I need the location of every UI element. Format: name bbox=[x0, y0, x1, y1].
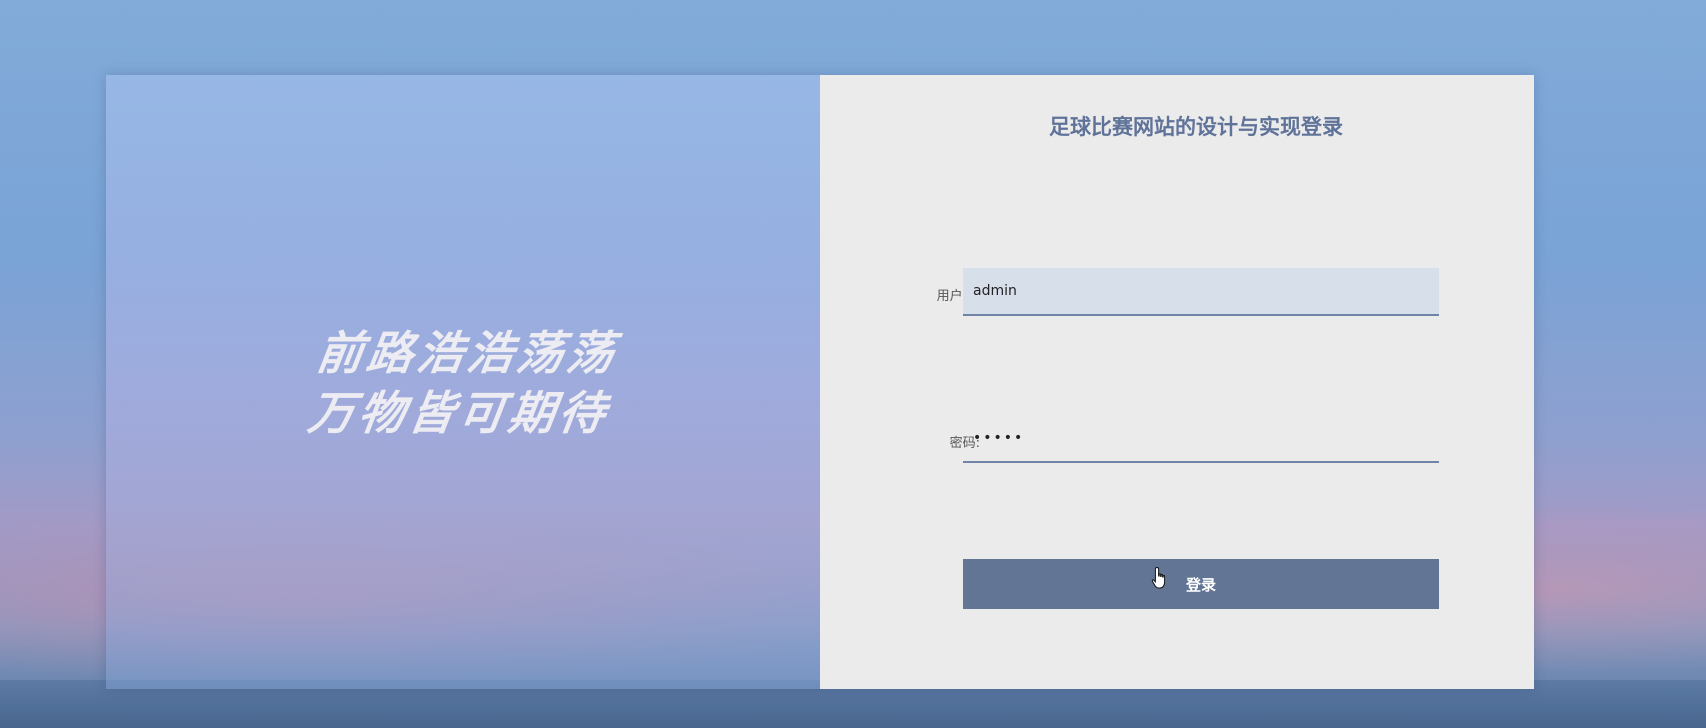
slogan: 前路浩浩荡荡 万物皆可期待 bbox=[98, 323, 829, 443]
slogan-line-1: 前路浩浩荡荡 bbox=[313, 326, 622, 380]
hand-pointer-icon bbox=[1151, 566, 1166, 589]
slogan-panel: 前路浩浩荡荡 万物皆可期待 bbox=[106, 75, 820, 689]
password-input[interactable] bbox=[963, 415, 1439, 463]
login-form-panel: 足球比赛网站的设计与实现登录 用户名: 密码: 登录 bbox=[820, 75, 1534, 689]
slogan-line-2: 万物皆可期待 bbox=[304, 386, 613, 440]
login-card: 前路浩浩荡荡 万物皆可期待 足球比赛网站的设计与实现登录 用户名: 密码: 登录 bbox=[106, 75, 1534, 689]
username-input[interactable] bbox=[963, 268, 1439, 316]
login-title: 足球比赛网站的设计与实现登录 bbox=[1049, 115, 1343, 139]
login-button[interactable]: 登录 bbox=[963, 559, 1439, 609]
